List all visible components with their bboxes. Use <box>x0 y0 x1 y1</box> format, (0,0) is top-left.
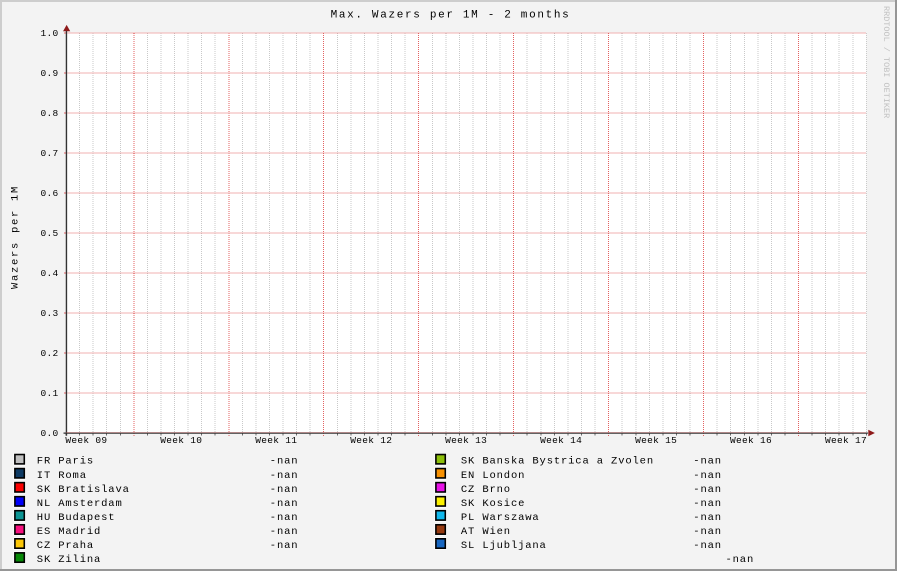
svg-text:-nan: -nan <box>693 540 722 552</box>
svg-text:HU Budapest: HU Budapest <box>37 512 116 524</box>
svg-text:-nan: -nan <box>693 498 722 510</box>
svg-text:-nan: -nan <box>270 540 299 552</box>
svg-text:EN London: EN London <box>461 470 525 482</box>
svg-text:Week 15: Week 15 <box>635 435 677 446</box>
svg-text:Wazers per 1M: Wazers per 1M <box>9 185 21 289</box>
svg-text:0.0: 0.0 <box>40 428 58 439</box>
svg-text:Week 16: Week 16 <box>730 435 772 446</box>
svg-text:SK Kosice: SK Kosice <box>461 498 525 510</box>
svg-text:-nan: -nan <box>270 484 299 496</box>
svg-text:-nan: -nan <box>270 512 299 524</box>
svg-text:0.9: 0.9 <box>40 68 58 79</box>
svg-text:0.2: 0.2 <box>40 348 58 359</box>
svg-text:0.4: 0.4 <box>40 268 58 279</box>
svg-text:Week 11: Week 11 <box>255 435 297 446</box>
svg-text:CZ Praha: CZ Praha <box>37 540 94 552</box>
svg-text:RRDTOOL / TOBI OETIKER: RRDTOOL / TOBI OETIKER <box>881 6 891 118</box>
svg-text:-nan: -nan <box>270 456 299 468</box>
svg-text:-nan: -nan <box>726 554 755 566</box>
svg-text:0.7: 0.7 <box>40 148 58 159</box>
svg-text:-nan: -nan <box>270 470 299 482</box>
svg-text:FR Paris: FR Paris <box>37 456 94 468</box>
svg-text:0.5: 0.5 <box>40 228 58 239</box>
svg-text:Week 09: Week 09 <box>65 435 107 446</box>
svg-text:0.1: 0.1 <box>40 388 58 399</box>
svg-text:SK Zilina: SK Zilina <box>37 554 101 566</box>
svg-text:-nan: -nan <box>270 526 299 538</box>
svg-text:NL Amsterdam: NL Amsterdam <box>37 498 123 510</box>
svg-text:-nan: -nan <box>693 456 722 468</box>
svg-text:Week 17: Week 17 <box>825 435 867 446</box>
svg-text:Week 10: Week 10 <box>160 435 202 446</box>
svg-text:Week 14: Week 14 <box>540 435 582 446</box>
svg-text:CZ Brno: CZ Brno <box>461 484 511 496</box>
svg-text:-nan: -nan <box>693 512 722 524</box>
svg-text:Max. Wazers per 1M - 2 months: Max. Wazers per 1M - 2 months <box>331 10 571 22</box>
svg-text:-nan: -nan <box>270 498 299 510</box>
svg-text:SK Banska Bystrica a Zvolen: SK Banska Bystrica a Zvolen <box>461 456 654 468</box>
svg-text:-nan: -nan <box>693 470 722 482</box>
svg-text:Week 12: Week 12 <box>350 435 392 446</box>
svg-text:SL Ljubljana: SL Ljubljana <box>461 540 547 552</box>
svg-text:0.8: 0.8 <box>40 108 58 119</box>
svg-text:0.3: 0.3 <box>40 308 58 319</box>
svg-text:SK Bratislava: SK Bratislava <box>37 484 130 496</box>
svg-text:1.0: 1.0 <box>40 28 58 39</box>
svg-text:0.6: 0.6 <box>40 188 58 199</box>
svg-text:-nan: -nan <box>693 526 722 538</box>
svg-text:IT Roma: IT Roma <box>37 470 87 482</box>
svg-text:AT Wien: AT Wien <box>461 526 511 538</box>
svg-text:-nan: -nan <box>693 484 722 496</box>
svg-text:Week 13: Week 13 <box>445 435 487 446</box>
svg-text:PL Warszawa: PL Warszawa <box>461 512 540 524</box>
svg-text:ES Madrid: ES Madrid <box>37 526 101 538</box>
